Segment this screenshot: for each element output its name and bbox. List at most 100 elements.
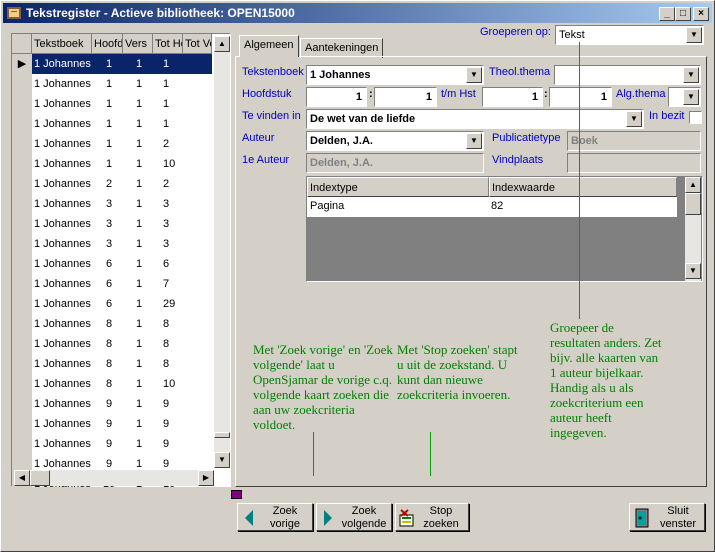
cell-tekstboek[interactable]: 1 Johannes 1: [32, 434, 94, 454]
cell-tot-vers[interactable]: 1: [154, 54, 212, 74]
cell-tekstboek[interactable]: 1 Johannes 1: [32, 354, 94, 374]
row-indicator[interactable]: [12, 114, 32, 134]
row-indicator[interactable]: [12, 314, 32, 334]
results-grid[interactable]: Tekstboek Hoofd Vers Tot Ho Tot Ve ▶1 Jo…: [11, 33, 231, 494]
cell-tekstboek[interactable]: 1 Johannes 1: [32, 114, 94, 134]
tekstenboek-select[interactable]: 1 Johannes ▼: [306, 65, 484, 85]
index-table[interactable]: Indextype Indexwaarde Pagina 82 ▲ ▼: [306, 176, 703, 282]
in-bezit-checkbox[interactable]: [689, 111, 702, 124]
cell-hoofd[interactable]: 8: [94, 334, 124, 354]
cell-tot-vers[interactable]: 29: [154, 294, 212, 314]
cell-hoofd[interactable]: 1: [94, 74, 124, 94]
table-row[interactable]: 1 Johannes 1313: [12, 214, 212, 234]
cell-hoofd[interactable]: 1: [94, 94, 124, 114]
scroll-left-icon[interactable]: ◀: [14, 470, 30, 486]
zoek-vorige-button[interactable]: Zoek vorige: [237, 503, 313, 531]
col-header-tot-vers[interactable]: Tot Ve: [183, 34, 212, 54]
cell-tot-vers[interactable]: 3: [154, 194, 212, 214]
row-indicator[interactable]: [12, 94, 32, 114]
grid-vertical-scrollbar[interactable]: ▲ ▼: [214, 36, 230, 468]
cell-hoofd[interactable]: 8: [94, 354, 124, 374]
cell-tekstboek[interactable]: 1 Johannes 1: [32, 334, 94, 354]
cell-vers[interactable]: 1: [124, 74, 154, 94]
cell-vers[interactable]: 1: [124, 174, 154, 194]
row-indicator[interactable]: [12, 254, 32, 274]
chevron-down-icon[interactable]: ▼: [466, 67, 482, 83]
chevron-down-icon[interactable]: ▼: [683, 89, 699, 105]
cell-hoofd[interactable]: 3: [94, 194, 124, 214]
chevron-down-icon[interactable]: ▼: [686, 27, 702, 43]
cell-tot-vers[interactable]: 9: [154, 434, 212, 454]
cell-vers[interactable]: 1: [124, 374, 154, 394]
table-row[interactable]: 1 Johannes 1 8 1 10: [12, 374, 212, 394]
index-row[interactable]: Pagina 82: [307, 197, 677, 217]
close-icon[interactable]: ×: [693, 7, 709, 21]
cell-tekstboek[interactable]: 1 Johannes 1: [32, 54, 94, 74]
table-row[interactable]: 1 Johannes 1616: [12, 254, 212, 274]
table-row[interactable]: 1 Johannes 1617: [12, 274, 212, 294]
alg-thema-select[interactable]: ▼: [668, 87, 701, 107]
cell-tekstboek[interactable]: 1 Johannes 1: [32, 254, 94, 274]
table-row[interactable]: 1 Johannes 1111: [12, 94, 212, 114]
cell-tot-vers[interactable]: 3: [154, 234, 212, 254]
cell-vers[interactable]: 1: [124, 434, 154, 454]
minimize-icon[interactable]: _: [659, 7, 675, 21]
row-indicator[interactable]: [12, 374, 32, 394]
col-header-tot-hoofd[interactable]: Tot Ho: [153, 34, 183, 54]
tab-algemeen[interactable]: Algemeen: [239, 35, 299, 57]
cell-vers[interactable]: 1: [124, 274, 154, 294]
cell-tot-vers[interactable]: 8: [154, 334, 212, 354]
row-indicator[interactable]: [12, 134, 32, 154]
scroll-down-icon[interactable]: ▼: [685, 263, 701, 279]
cell-hoofd[interactable]: 6: [94, 294, 124, 314]
chevron-down-icon[interactable]: ▼: [683, 67, 699, 83]
row-indicator[interactable]: [12, 414, 32, 434]
cell-tot-vers[interactable]: 7: [154, 274, 212, 294]
row-indicator[interactable]: [12, 154, 32, 174]
cell-hoofd[interactable]: 3: [94, 214, 124, 234]
row-indicator[interactable]: [12, 234, 32, 254]
index-col-indexwaarde[interactable]: Indexwaarde: [489, 177, 677, 197]
row-indicator[interactable]: [12, 354, 32, 374]
cell-tot-vers[interactable]: 1: [154, 94, 212, 114]
row-indicator[interactable]: [12, 334, 32, 354]
table-row[interactable]: 1 Johannes 1111: [12, 74, 212, 94]
current-record-icon[interactable]: ▶: [12, 54, 32, 74]
hoofdstuk-input[interactable]: 1: [306, 87, 367, 107]
cell-tekstboek[interactable]: 1 Johannes 1: [32, 234, 94, 254]
cell-tekstboek[interactable]: 1 Johannes 1: [32, 154, 94, 174]
te-vinden-select[interactable]: De wet van de liefde ▼: [306, 109, 644, 129]
chevron-down-icon[interactable]: ▼: [626, 111, 642, 127]
cell-tot-vers[interactable]: 1: [154, 74, 212, 94]
table-row[interactable]: 1 Johannes 1 1 1 10: [12, 154, 212, 174]
table-row[interactable]: 1 Johannes 1818: [12, 314, 212, 334]
index-scrollbar[interactable]: ▲ ▼: [685, 177, 701, 281]
cell-tekstboek[interactable]: 1 Johannes 1: [32, 134, 94, 154]
cell-tekstboek[interactable]: 1 Johannes 1: [32, 294, 94, 314]
cell-tekstboek[interactable]: 1 Johannes 1: [32, 414, 94, 434]
cell-tekstboek[interactable]: 1 Johannes 1: [32, 394, 94, 414]
table-row[interactable]: 1 Johannes 1313: [12, 234, 212, 254]
cell-vers[interactable]: 1: [124, 294, 154, 314]
cell-tot-vers[interactable]: 9: [154, 394, 212, 414]
row-indicator[interactable]: [12, 214, 32, 234]
cell-tekstboek[interactable]: 1 Johannes 1: [32, 214, 94, 234]
scroll-right-icon[interactable]: ▶: [198, 470, 214, 486]
cell-hoofd[interactable]: 1: [94, 134, 124, 154]
scroll-thumb[interactable]: [685, 193, 701, 215]
auteur-select[interactable]: Delden, J.A. ▼: [306, 131, 484, 151]
cell-tekstboek[interactable]: 1 Johannes 1: [32, 74, 94, 94]
cell-tot-vers[interactable]: 2: [154, 174, 212, 194]
scroll-down-icon[interactable]: ▼: [214, 452, 230, 468]
scroll-up-icon[interactable]: ▲: [685, 177, 701, 193]
row-indicator[interactable]: [12, 174, 32, 194]
cell-tot-vers[interactable]: 10: [154, 154, 212, 174]
tab-aantekeningen[interactable]: Aantekeningen: [300, 38, 384, 58]
maximize-icon[interactable]: □: [675, 7, 691, 21]
title-bar[interactable]: Tekstregister - Actieve bibliotheek: OPE…: [3, 3, 712, 23]
cell-vers[interactable]: 1: [124, 254, 154, 274]
row-indicator[interactable]: [12, 74, 32, 94]
col-header-hoofd[interactable]: Hoofd: [92, 34, 123, 54]
row-indicator[interactable]: [12, 274, 32, 294]
cell-hoofd[interactable]: 9: [94, 414, 124, 434]
